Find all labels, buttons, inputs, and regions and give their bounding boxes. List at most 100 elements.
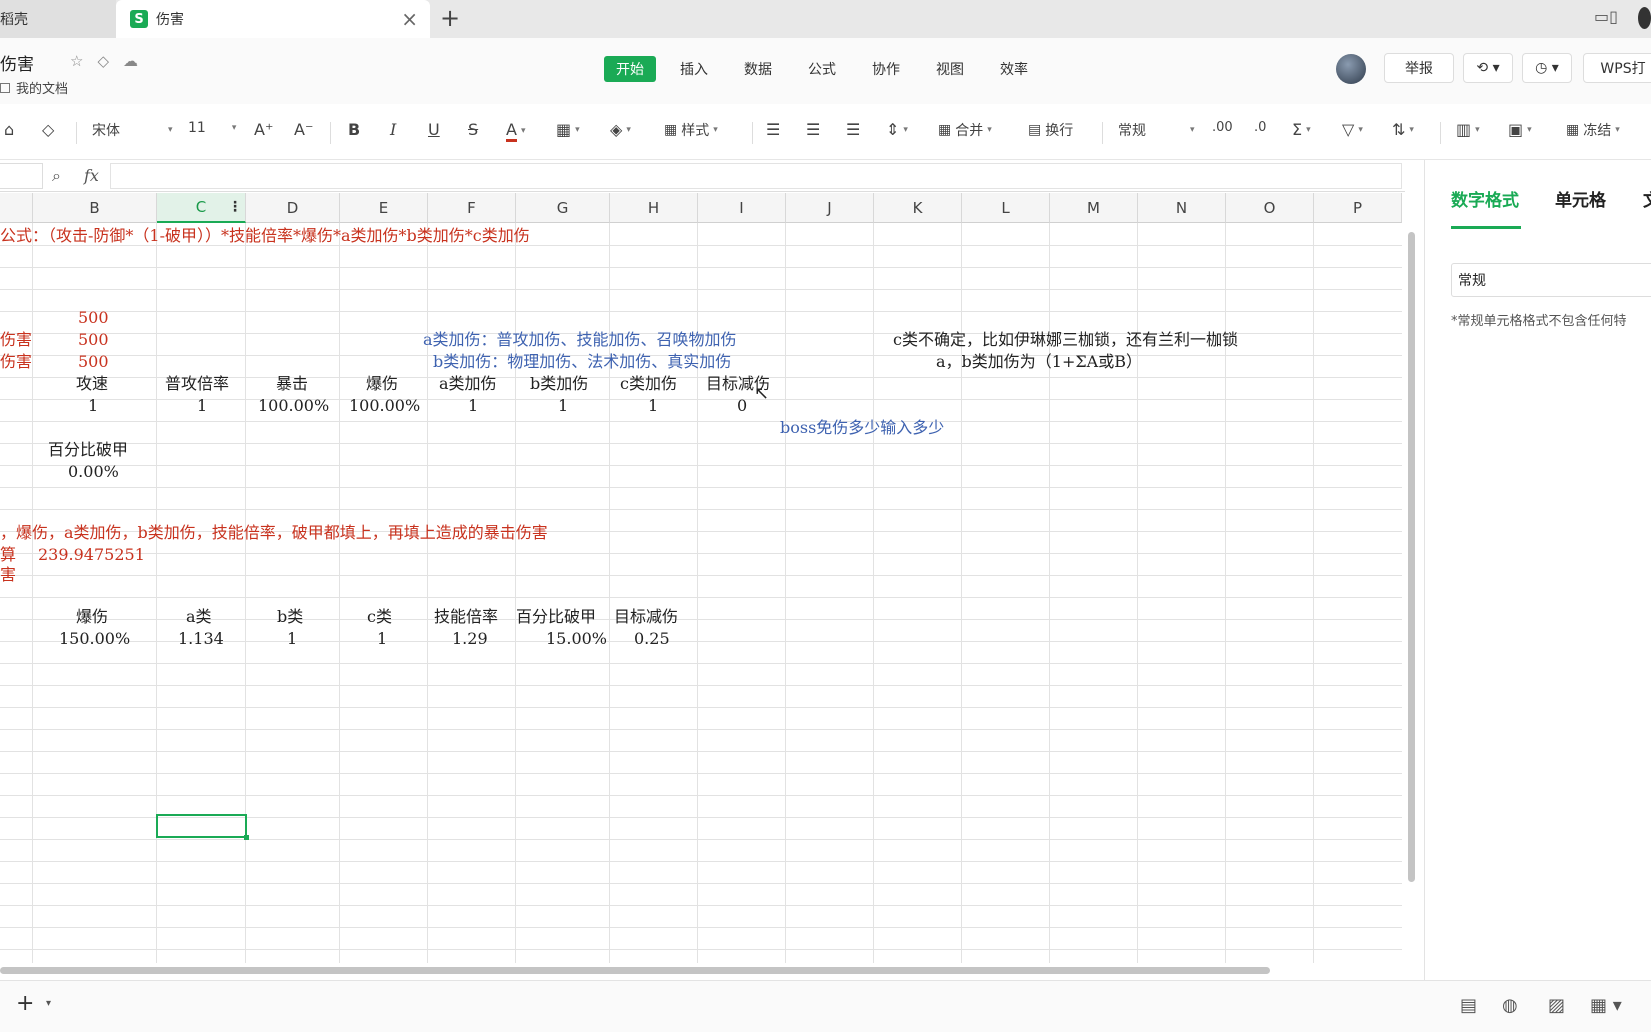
note-c-bonus[interactable]: c类不确定，比如伊琳娜三枷锁，还有兰利一枷锁: [893, 330, 1238, 350]
zoom-icon[interactable]: ⌕: [52, 166, 61, 186]
tag-icon[interactable]: ◇: [97, 52, 109, 70]
value-normal-rate[interactable]: 1: [197, 396, 207, 416]
add-sheet-button[interactable]: +: [16, 991, 34, 1016]
col-e-header[interactable]: E: [340, 193, 428, 223]
fx-icon[interactable]: fx: [84, 166, 99, 185]
value2-target-reduction[interactable]: 0.25: [634, 629, 670, 649]
header-crit[interactable]: 暴击: [276, 374, 308, 394]
tab-cell[interactable]: 单元格: [1555, 186, 1606, 211]
cell-check-icon[interactable]: ▤: [1460, 995, 1477, 1016]
instruction-note[interactable]: ，爆伤，a类加伤，b类加伤，技能倍率，破甲都填上，再填上造成的暴击伤害: [0, 523, 548, 543]
cloud-icon[interactable]: ☁: [123, 52, 138, 70]
value2-skill-rate[interactable]: 1.29: [452, 629, 488, 649]
header2-b[interactable]: b类: [277, 607, 303, 627]
increase-font-icon[interactable]: A⁺: [254, 120, 273, 139]
image-view-icon[interactable]: ▨: [1548, 995, 1565, 1016]
font-family-select[interactable]: 宋体 ▾: [92, 120, 173, 140]
col-g-header[interactable]: G: [516, 193, 610, 223]
underline-button[interactable]: U: [428, 120, 440, 139]
align-left-icon[interactable]: ☰: [766, 120, 780, 139]
close-icon[interactable]: ×: [401, 7, 418, 31]
window-layout-icon[interactable]: ▭▯: [1594, 7, 1618, 26]
vertical-scroll-thumb[interactable]: [1408, 232, 1415, 882]
image-icon[interactable]: ▣ ▾: [1508, 120, 1532, 139]
number-format-select[interactable]: 常规 ▾: [1118, 120, 1195, 140]
name-box[interactable]: [0, 163, 43, 189]
formula-input[interactable]: [110, 163, 1402, 189]
history-icon[interactable]: ◷ ▾: [1522, 53, 1572, 83]
font-size-select[interactable]: 11 ▾: [188, 120, 236, 136]
avatar[interactable]: [1336, 54, 1366, 84]
note-b-bonus[interactable]: b类加伤：物理加伤、法术加伤、真实加伤: [433, 352, 731, 372]
header2-skill-rate[interactable]: 技能倍率: [434, 607, 498, 627]
note-ab-formula[interactable]: a，b类加伤为（1+ΣA或B）: [936, 352, 1142, 372]
avatar-small[interactable]: [1638, 7, 1651, 29]
col-o-header[interactable]: O: [1226, 193, 1314, 223]
col-l-header[interactable]: L: [962, 193, 1050, 223]
menu-home[interactable]: 开始: [604, 56, 656, 82]
value2-a[interactable]: 1.134: [178, 629, 224, 649]
col-k-header[interactable]: K: [874, 193, 962, 223]
value2-b[interactable]: 1: [287, 629, 297, 649]
col-m-header[interactable]: M: [1050, 193, 1138, 223]
value-a-bonus[interactable]: 1: [468, 396, 478, 416]
header2-armor-break[interactable]: 百分比破甲: [516, 607, 596, 627]
menu-view[interactable]: 视图: [924, 56, 976, 82]
menu-collab[interactable]: 协作: [860, 56, 912, 82]
tab-text[interactable]: 文: [1643, 186, 1651, 211]
header2-target-reduction[interactable]: 目标减伤: [614, 607, 678, 627]
header2-crit-dmg[interactable]: 爆伤: [76, 607, 108, 627]
italic-button[interactable]: I: [390, 120, 396, 139]
cell-style-button[interactable]: ▦ 样式 ▾: [664, 120, 718, 140]
note-a-bonus[interactable]: a类加伤：普攻加伤、技能加伤、召唤物加伤: [423, 330, 737, 350]
header2-c[interactable]: c类: [367, 607, 392, 627]
col-p-header[interactable]: P: [1314, 193, 1402, 223]
sheet-list-icon[interactable]: ▾: [46, 998, 51, 1009]
col-i-header[interactable]: I: [698, 193, 786, 223]
layout-icon[interactable]: ▦ ▾: [1590, 995, 1622, 1016]
value-crit[interactable]: 100.00%: [258, 396, 329, 416]
value-attack-speed[interactable]: 1: [88, 396, 98, 416]
value2-c[interactable]: 1: [377, 629, 387, 649]
wrap-button[interactable]: ▤ 换行: [1028, 120, 1073, 140]
bold-button[interactable]: B: [348, 120, 360, 139]
tab-number-format[interactable]: 数字格式: [1451, 186, 1519, 211]
decrease-font-icon[interactable]: A⁻: [294, 120, 313, 139]
merge-button[interactable]: ▦ 合并 ▾: [938, 120, 992, 140]
new-tab-button[interactable]: +: [440, 4, 460, 32]
col-f-header[interactable]: F: [428, 193, 516, 223]
align-right-icon[interactable]: ☰: [846, 120, 860, 139]
filter-icon[interactable]: ▽ ▾: [1342, 120, 1363, 139]
value2-armor-break[interactable]: 15.00%: [546, 629, 607, 649]
freeze-button[interactable]: ▦ 冻结 ▾: [1566, 120, 1620, 140]
share-icon[interactable]: ⟲ ▾: [1463, 53, 1513, 83]
col-b-header[interactable]: B: [33, 193, 157, 223]
header-normal-rate[interactable]: 普攻倍率: [165, 374, 229, 394]
strikethrough-button[interactable]: S: [468, 120, 478, 139]
report-button[interactable]: 举报: [1384, 53, 1454, 83]
format-painter-icon[interactable]: ⌂: [4, 120, 14, 139]
header-b-bonus[interactable]: b类加伤: [530, 374, 588, 394]
selected-cell[interactable]: [156, 814, 249, 840]
col-n-header[interactable]: N: [1138, 193, 1226, 223]
wps-button[interactable]: WPS打: [1583, 53, 1651, 83]
armor-break-label[interactable]: 百分比破甲: [48, 440, 128, 460]
value-crit-dmg[interactable]: 100.00%: [349, 396, 420, 416]
calc-value[interactable]: 239.9475251: [38, 545, 145, 565]
sort-icon[interactable]: ⇅ ▾: [1392, 120, 1414, 139]
col-j-header[interactable]: J: [786, 193, 874, 223]
align-center-icon[interactable]: ☰: [806, 120, 820, 139]
star-icon[interactable]: ☆: [70, 52, 83, 70]
row-label-c[interactable]: 害: [0, 565, 16, 585]
horizontal-scrollbar[interactable]: [0, 963, 1405, 977]
border-icon[interactable]: ▦ ▾: [556, 120, 580, 139]
boss-note[interactable]: boss免伤多少输入多少: [780, 418, 944, 438]
cell-b-attack[interactable]: 500: [78, 308, 109, 328]
horizontal-scroll-thumb[interactable]: [0, 967, 1270, 974]
spreadsheet-grid[interactable]: B C ⋮ D E F G H I J K L M N O P 公式：（攻击-防…: [0, 193, 1402, 963]
menu-efficiency[interactable]: 效率: [988, 56, 1040, 82]
value-c-bonus[interactable]: 1: [648, 396, 658, 416]
cell-b-value-2[interactable]: 500: [78, 330, 109, 350]
menu-data[interactable]: 数据: [732, 56, 784, 82]
header-a-bonus[interactable]: a类加伤: [439, 374, 497, 394]
